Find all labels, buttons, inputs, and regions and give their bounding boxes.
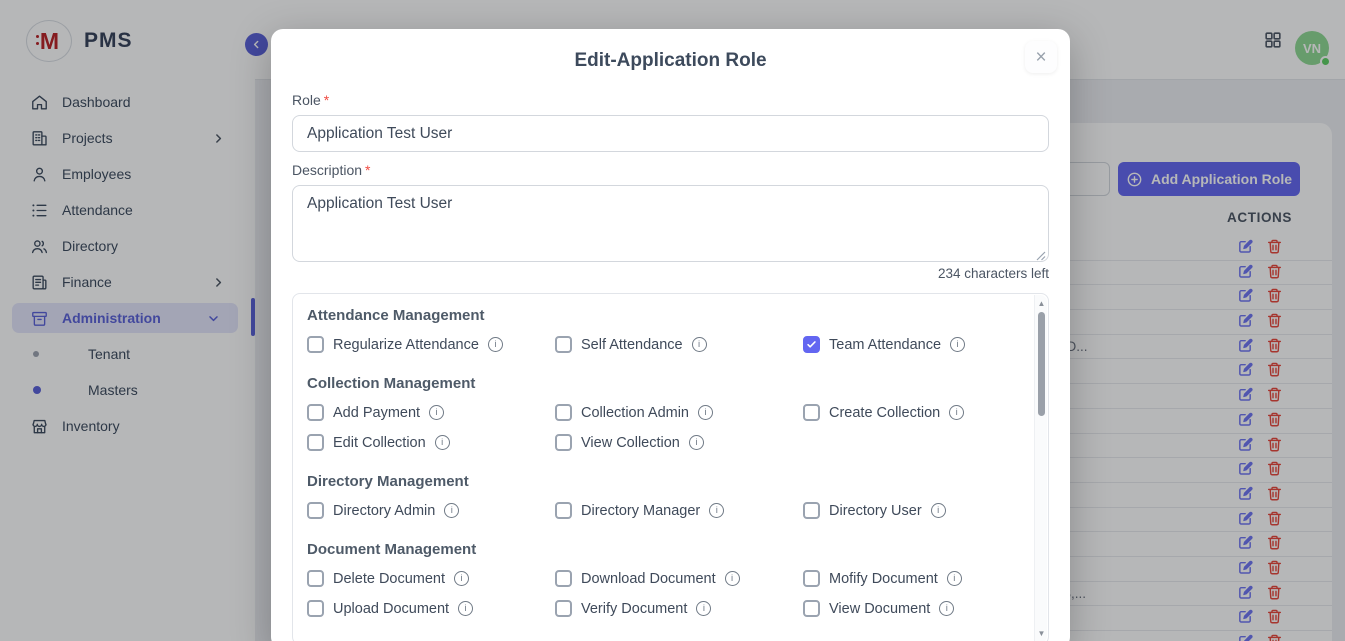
- permission-label: Upload Document: [333, 601, 449, 617]
- checkbox[interactable]: [803, 336, 820, 353]
- checkbox[interactable]: [307, 336, 324, 353]
- permission-label: Download Document: [581, 571, 716, 587]
- permission-item: Add Payment i: [307, 404, 555, 421]
- scroll-up-icon[interactable]: ▲: [1035, 299, 1048, 308]
- permission-item: Edit Collection i: [307, 434, 555, 451]
- permission-label: Regularize Attendance: [333, 337, 479, 353]
- permission-label: Directory Manager: [581, 503, 700, 519]
- permission-section: Collection ManagementAdd PaymentiCollect…: [307, 375, 1018, 451]
- role-input[interactable]: [292, 115, 1049, 152]
- role-label: Role*: [292, 92, 1049, 108]
- checkbox[interactable]: [803, 600, 820, 617]
- edit-application-role-modal: × Edit-Application Role Role* Descriptio…: [271, 29, 1070, 641]
- permission-label: Verify Document: [581, 601, 687, 617]
- permission-label: Add Payment: [333, 405, 420, 421]
- permission-label: Delete Document: [333, 571, 445, 587]
- permission-label: Directory User: [829, 503, 922, 519]
- permission-label: View Document: [829, 601, 930, 617]
- permission-section: Attendance Management Regularize Attendan…: [307, 307, 1018, 353]
- info-icon[interactable]: i: [939, 601, 954, 616]
- checkbox[interactable]: [555, 502, 572, 519]
- permission-item: Directory Admin i: [307, 502, 555, 519]
- permission-item: Self Attendance i: [555, 336, 803, 353]
- permission-item: View Document i: [803, 600, 1018, 617]
- permission-item: Regularize Attendance i: [307, 336, 555, 353]
- checkbox[interactable]: [307, 404, 324, 421]
- permission-item: Collection Admin i: [555, 404, 803, 421]
- permission-item: Mofify Document i: [803, 570, 1018, 587]
- description-field-wrap: Application Test User: [292, 185, 1049, 262]
- info-icon[interactable]: i: [488, 337, 503, 352]
- checkbox[interactable]: [307, 502, 324, 519]
- permission-item: Upload Document i: [307, 600, 555, 617]
- checkbox[interactable]: [307, 570, 324, 587]
- info-icon[interactable]: i: [709, 503, 724, 518]
- permission-item: Directory Manager i: [555, 502, 803, 519]
- screen: M PMS DashboardProjectsEmployeesAttendan…: [0, 0, 1345, 641]
- permission-item: Download Document i: [555, 570, 803, 587]
- info-icon[interactable]: i: [454, 571, 469, 586]
- close-icon[interactable]: ×: [1025, 41, 1057, 73]
- checkbox[interactable]: [803, 570, 820, 587]
- checkbox[interactable]: [803, 404, 820, 421]
- checkbox[interactable]: [555, 336, 572, 353]
- info-icon[interactable]: i: [931, 503, 946, 518]
- info-icon[interactable]: i: [444, 503, 459, 518]
- info-icon[interactable]: i: [725, 571, 740, 586]
- info-icon[interactable]: i: [458, 601, 473, 616]
- permission-label: Mofify Document: [829, 571, 938, 587]
- permission-item: Create Collection i: [803, 404, 1018, 421]
- required-asterisk: *: [365, 162, 370, 178]
- description-textarea[interactable]: Application Test User: [292, 185, 1049, 262]
- permission-label: Collection Admin: [581, 405, 689, 421]
- permission-section: Directory ManagementDirectory AdminiDire…: [307, 473, 1018, 519]
- modal-title: Edit-Application Role: [292, 50, 1049, 72]
- scroll-down-icon[interactable]: ▼: [1035, 629, 1048, 638]
- info-icon[interactable]: i: [689, 435, 704, 450]
- checkbox[interactable]: [307, 434, 324, 451]
- description-label: Description*: [292, 162, 1049, 178]
- info-icon[interactable]: i: [698, 405, 713, 420]
- permission-item: Delete Document i: [307, 570, 555, 587]
- characters-left-counter: 234 characters left: [292, 266, 1049, 281]
- info-icon[interactable]: i: [950, 337, 965, 352]
- permission-label: Team Attendance: [829, 337, 941, 353]
- resize-handle[interactable]: [1036, 248, 1046, 258]
- permission-section: Document ManagementDelete DocumentiDownl…: [307, 541, 1018, 617]
- permission-label: View Collection: [581, 435, 680, 451]
- permission-label: Create Collection: [829, 405, 940, 421]
- checkbox[interactable]: [307, 600, 324, 617]
- permission-item: Directory User i: [803, 502, 1018, 519]
- checkbox[interactable]: [555, 434, 572, 451]
- info-icon[interactable]: i: [435, 435, 450, 450]
- permission-label: Directory Admin: [333, 503, 435, 519]
- permission-item: View Collection i: [555, 434, 803, 451]
- scrollbar: ▲ ▼: [1034, 295, 1047, 641]
- info-icon[interactable]: i: [696, 601, 711, 616]
- permission-label: Edit Collection: [333, 435, 426, 451]
- info-icon[interactable]: i: [429, 405, 444, 420]
- checkbox[interactable]: [555, 570, 572, 587]
- permission-section-title: Collection Management: [307, 375, 1018, 392]
- scrollbar-thumb[interactable]: [1038, 312, 1045, 416]
- permission-section-title: Document Management: [307, 541, 1018, 558]
- info-icon[interactable]: i: [947, 571, 962, 586]
- checkbox[interactable]: [555, 600, 572, 617]
- permission-label: Self Attendance: [581, 337, 683, 353]
- info-icon[interactable]: i: [692, 337, 707, 352]
- checkbox[interactable]: [803, 502, 820, 519]
- permission-item: Team Attendance i: [803, 336, 1018, 353]
- info-icon[interactable]: i: [949, 405, 964, 420]
- permissions-list: Attendance Management Regularize Attendan…: [293, 294, 1048, 617]
- permission-section-title: Directory Management: [307, 473, 1018, 490]
- permission-section-title: Attendance Management: [307, 307, 1018, 324]
- permission-item: Verify Document i: [555, 600, 803, 617]
- required-asterisk: *: [324, 92, 329, 108]
- checkbox[interactable]: [555, 404, 572, 421]
- permissions-panel: Attendance Management Regularize Attendan…: [292, 293, 1049, 641]
